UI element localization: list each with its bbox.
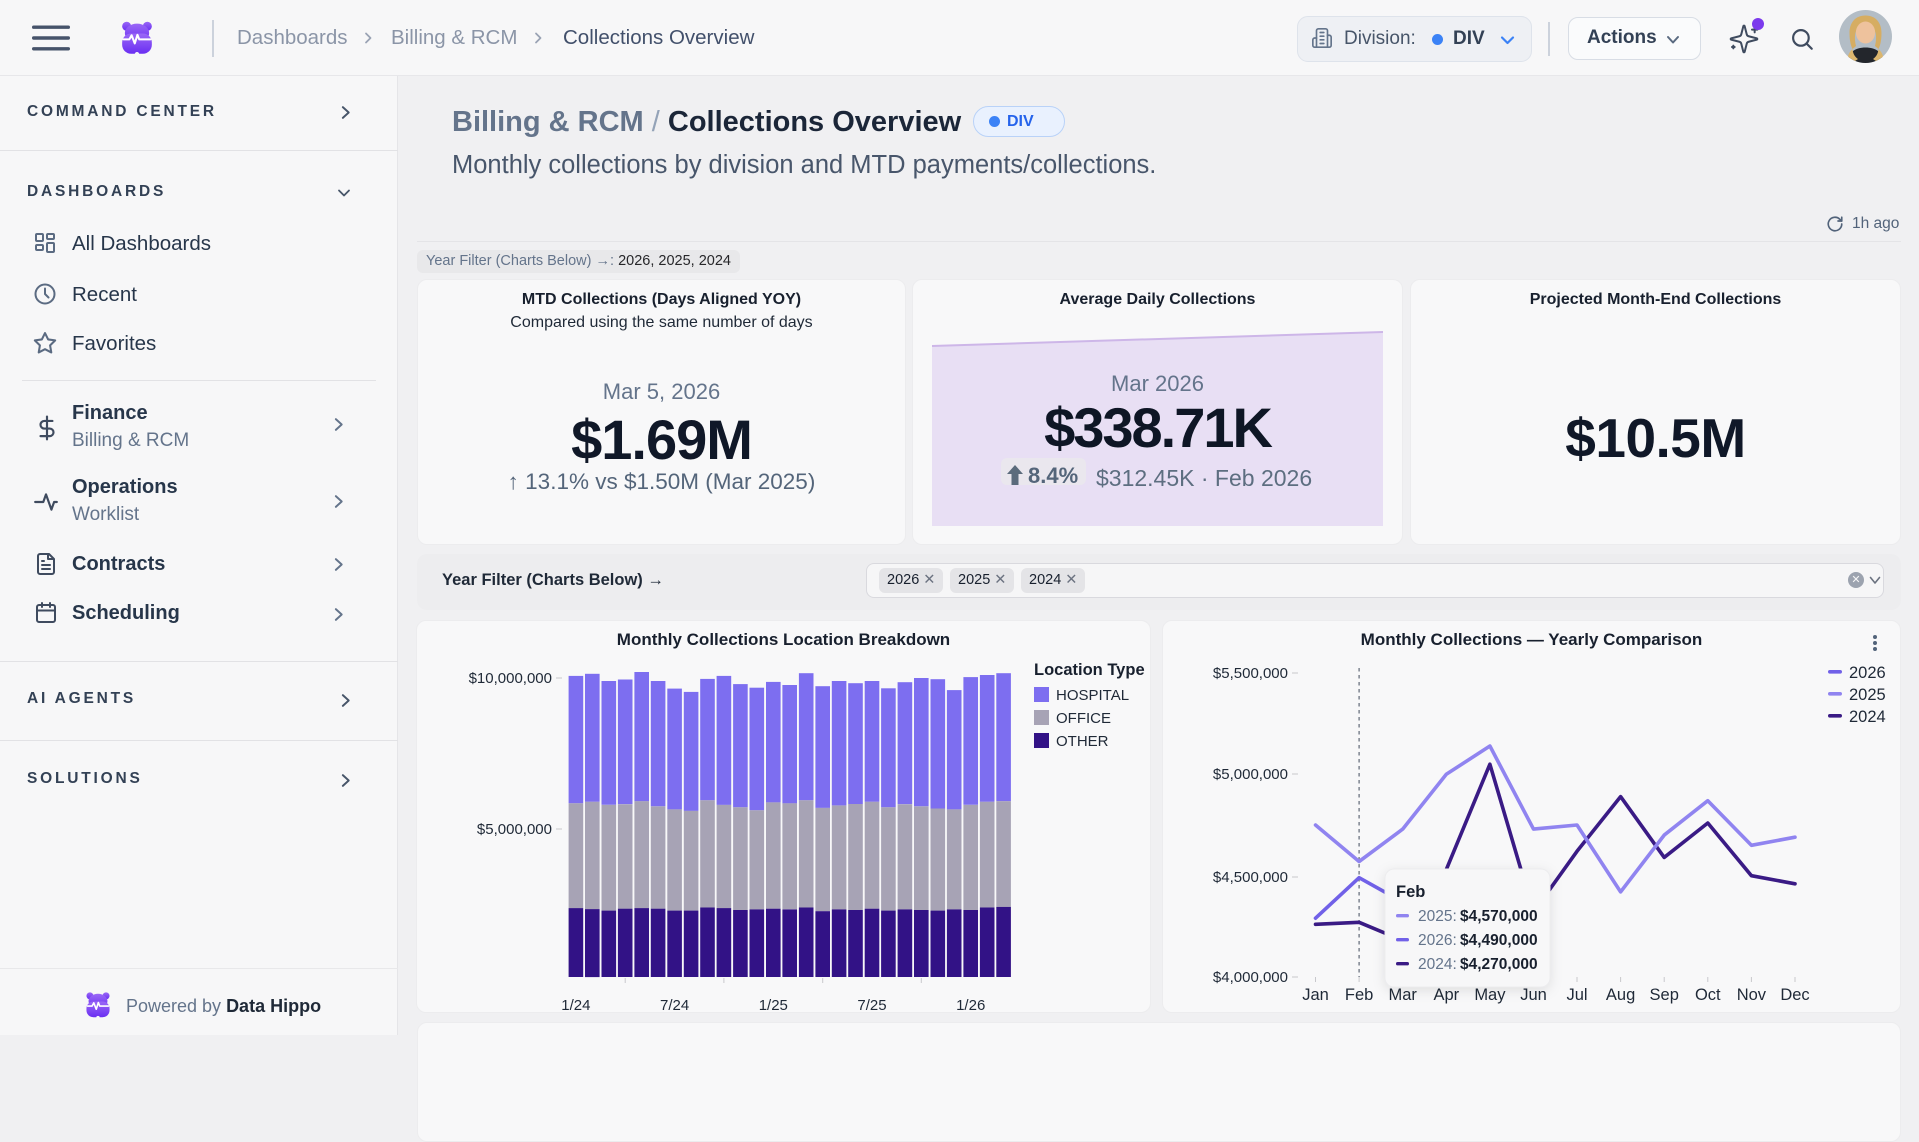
svg-text:Mar: Mar xyxy=(1388,986,1417,1004)
svg-text:$4,490,000: $4,490,000 xyxy=(1460,932,1538,949)
svg-text:$4,000,000: $4,000,000 xyxy=(1213,969,1288,986)
svg-text:May: May xyxy=(1474,986,1506,1004)
svg-text:2025:: 2025: xyxy=(1418,908,1457,925)
svg-text:Nov: Nov xyxy=(1737,986,1767,1004)
svg-text:Aug: Aug xyxy=(1606,986,1635,1004)
svg-text:1/24: 1/24 xyxy=(561,997,590,1014)
svg-text:$5,500,000: $5,500,000 xyxy=(1213,665,1288,682)
svg-text:$4,500,000: $4,500,000 xyxy=(1213,869,1288,886)
svg-text:Dec: Dec xyxy=(1780,986,1809,1004)
svg-text:2026:: 2026: xyxy=(1418,932,1457,949)
svg-text:1/26: 1/26 xyxy=(956,997,985,1014)
svg-text:7/25: 7/25 xyxy=(857,997,886,1014)
svg-text:Location Type: Location Type xyxy=(1034,661,1145,679)
svg-text:2024:: 2024: xyxy=(1418,956,1457,973)
svg-text:Jan: Jan xyxy=(1302,986,1329,1004)
svg-text:Jun: Jun xyxy=(1520,986,1547,1004)
svg-text:Feb: Feb xyxy=(1345,986,1373,1004)
svg-text:OFFICE: OFFICE xyxy=(1056,710,1111,727)
svg-text:Feb: Feb xyxy=(1396,883,1425,901)
svg-text:1/25: 1/25 xyxy=(759,997,788,1014)
svg-text:$4,570,000: $4,570,000 xyxy=(1460,908,1538,925)
svg-text:Oct: Oct xyxy=(1695,986,1721,1004)
svg-text:Apr: Apr xyxy=(1433,986,1459,1004)
svg-text:HOSPITAL: HOSPITAL xyxy=(1056,687,1129,704)
svg-text:$10,000,000: $10,000,000 xyxy=(469,670,552,687)
svg-text:OTHER: OTHER xyxy=(1056,733,1109,750)
svg-text:$4,270,000: $4,270,000 xyxy=(1460,956,1538,973)
svg-text:2026: 2026 xyxy=(1849,664,1886,682)
svg-text:7/24: 7/24 xyxy=(660,997,689,1014)
svg-text:$5,000,000: $5,000,000 xyxy=(477,821,552,838)
svg-text:Jul: Jul xyxy=(1566,986,1587,1004)
svg-text:Sep: Sep xyxy=(1650,986,1679,1004)
svg-text:2024: 2024 xyxy=(1849,708,1886,726)
svg-text:2025: 2025 xyxy=(1849,686,1886,704)
svg-text:$5,000,000: $5,000,000 xyxy=(1213,766,1288,783)
